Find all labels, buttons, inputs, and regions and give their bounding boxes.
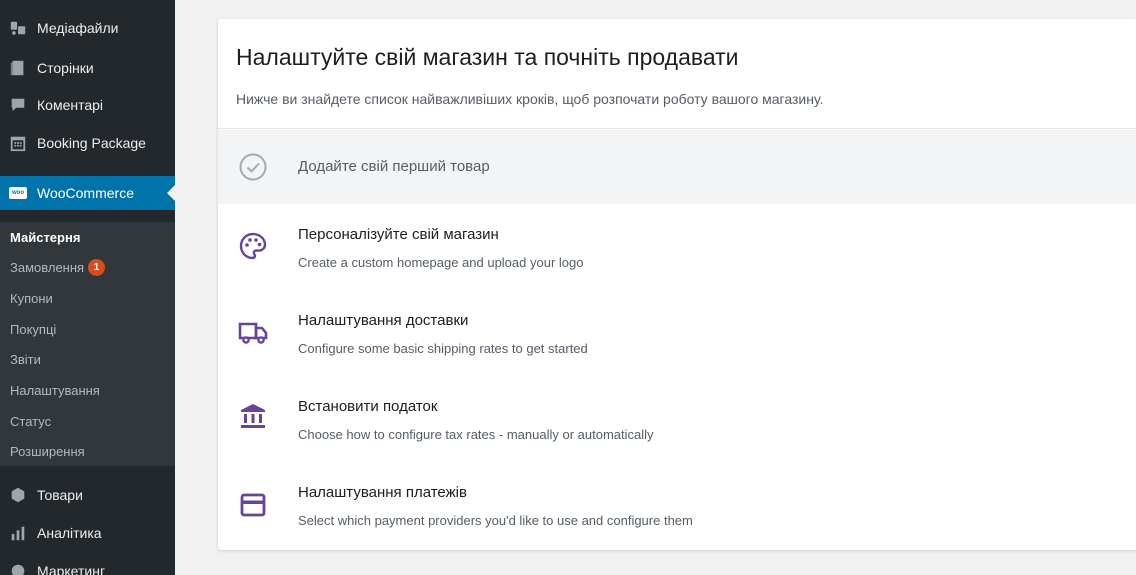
palette-icon [236,229,270,263]
task-tax[interactable]: Встановити податок Choose how to configu… [218,377,1136,463]
menu-item-label: Аналітика [37,525,102,541]
products-icon [8,485,28,505]
task-description: Create a custom homepage and upload your… [298,255,584,270]
task-description: Select which payment providers you'd lik… [298,513,693,528]
submenu-item-customers[interactable]: Покупці [10,319,56,339]
truck-icon [236,315,270,349]
pages-icon [8,58,28,78]
orders-count-badge: 1 [88,258,106,276]
menu-item-label: Коментарі [37,97,104,113]
task-title: Налаштування платежів [298,484,467,501]
submenu-item-coupons[interactable]: Купони [10,288,53,308]
admin-sidebar: Медіафайли Сторінки Коментарі Booking Pa… [0,0,175,575]
task-description: Choose how to configure tax rates - manu… [298,427,654,442]
menu-item-comments[interactable]: Коментарі [0,88,175,122]
task-title: Додайте свій перший товар [298,158,490,175]
menu-item-booking-package[interactable]: Booking Package [0,126,175,160]
menu-item-label: Товари [37,487,83,503]
menu-item-media[interactable]: Медіафайли [0,11,175,45]
page-subtitle: Нижче ви знайдете список найважливіших к… [236,91,824,107]
menu-item-pages[interactable]: Сторінки [0,51,175,85]
submenu-item-status[interactable]: Статус [10,411,51,431]
menu-item-products[interactable]: Товари [0,478,175,512]
submenu-item-home[interactable]: Майстерня [10,227,80,247]
woo-icon: woo [8,183,28,203]
task-payments[interactable]: Налаштування платежів Select which payme… [218,463,1136,549]
submenu-item-reports[interactable]: Звіти [10,349,41,369]
task-add-product[interactable]: Додайте свій перший товар [218,130,1136,204]
menu-item-marketing[interactable]: Маркетинг [0,554,175,575]
menu-item-label: Booking Package [37,135,146,151]
menu-item-label: Сторінки [37,60,94,76]
submenu-item-settings[interactable]: Налаштування [10,380,100,400]
submenu-item-extensions[interactable]: Розширення [10,441,85,461]
menu-item-label: WooCommerce [37,185,134,201]
submenu-item-orders[interactable]: Замовлення 1 [10,257,106,277]
calendar-icon [8,133,28,153]
credit-card-icon [236,488,270,522]
active-indicator-arrow [167,185,175,201]
bank-icon [236,399,270,433]
page-title: Налаштуйте свій магазин та почніть прода… [236,44,739,70]
task-title: Налаштування доставки [298,312,469,329]
marketing-icon [8,561,28,575]
task-personalize-store[interactable]: Персоналізуйте свій магазин Create a cus… [218,205,1136,291]
task-title: Персоналізуйте свій магазин [298,226,499,243]
menu-item-woocommerce[interactable]: woo WooCommerce [0,176,175,210]
menu-item-label: Медіафайли [37,20,119,36]
task-description: Configure some basic shipping rates to g… [298,341,588,356]
analytics-icon [8,523,28,543]
card-header: Налаштуйте свій магазин та почніть прода… [218,19,1136,129]
task-shipping[interactable]: Налаштування доставки Configure some bas… [218,291,1136,377]
check-circle-icon [236,150,270,184]
media-icon [8,18,28,38]
task-title: Встановити податок [298,398,438,415]
comments-icon [8,95,28,115]
menu-item-analytics[interactable]: Аналітика [0,516,175,550]
woocommerce-submenu: Майстерня Замовлення 1 Купони Покупці Зв… [0,222,175,466]
menu-item-label: Маркетинг [37,563,106,575]
setup-checklist-card: Налаштуйте свій магазин та почніть прода… [218,19,1136,550]
